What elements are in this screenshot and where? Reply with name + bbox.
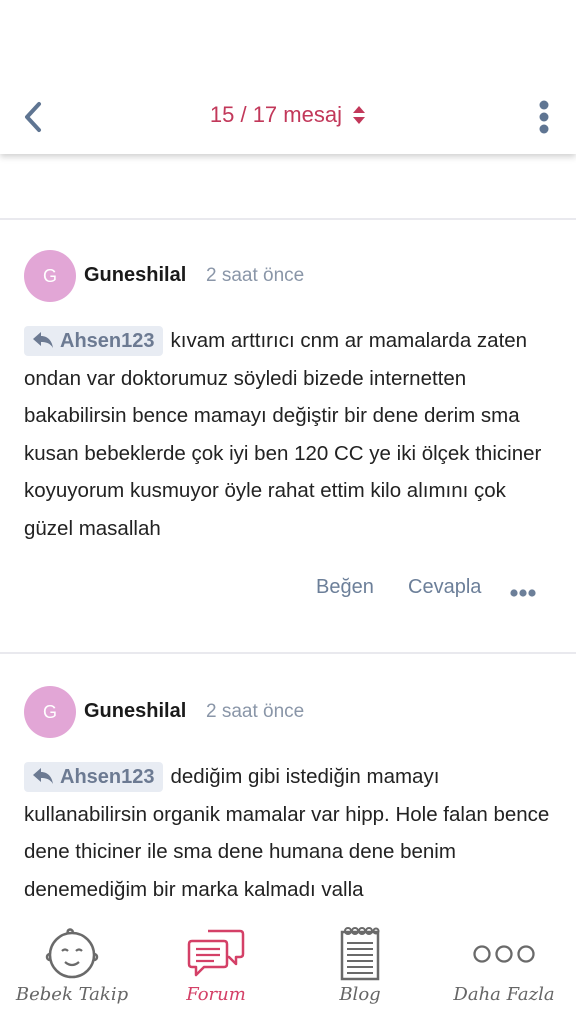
reply-button[interactable]: Cevapla — [408, 576, 481, 599]
post-time: 2 saat önce — [206, 265, 305, 286]
tab-blog[interactable]: Blog — [288, 914, 432, 1024]
post-actions: Beğen Cevapla — [0, 576, 576, 606]
overflow-menu-button[interactable] — [530, 98, 558, 136]
reply-to-user: Ahsen123 — [60, 766, 155, 788]
avatar[interactable]: G — [24, 686, 76, 738]
reply-quote-chip[interactable]: Ahsen123 — [24, 762, 163, 792]
message-counter-label: 15 / 17 mesaj — [209, 102, 342, 127]
reply-arrow-icon — [33, 767, 53, 784]
notepad-icon — [340, 927, 380, 981]
tab-label: Forum — [186, 984, 246, 1005]
tab-forum[interactable]: Forum — [144, 914, 288, 1024]
tab-daha-fazla[interactable]: Daha Fazla — [432, 914, 576, 1024]
divider — [0, 218, 576, 220]
divider — [0, 652, 576, 654]
like-button[interactable]: Beğen — [316, 576, 374, 599]
chat-bubbles-icon — [187, 929, 245, 977]
post-time: 2 saat önce — [206, 701, 305, 722]
avatar[interactable]: G — [24, 250, 76, 302]
reply-to-user: Ahsen123 — [60, 330, 155, 352]
baby-face-icon — [45, 928, 99, 979]
tab-label: Blog — [339, 984, 381, 1005]
message-counter[interactable]: 15 / 17 mesaj — [0, 102, 576, 128]
reply-arrow-icon — [33, 331, 53, 348]
author-name[interactable]: Guneshilal — [84, 700, 186, 723]
post-header: G Guneshilal 2 saat önce — [0, 250, 576, 304]
bottom-tab-bar: Bebek Takip Forum Blog Daha Fazla — [0, 914, 576, 1024]
more-circles-icon — [473, 945, 535, 963]
top-bar: 15 / 17 mesaj — [0, 0, 576, 154]
tab-label: Bebek Takip — [15, 984, 129, 1005]
sort-updown-icon — [353, 105, 366, 124]
forum-post: G Guneshilal 2 saat önce Ahsen123 kıvam a… — [0, 250, 576, 630]
message-list[interactable]: G Guneshilal 2 saat önce Ahsen123 kıvam a… — [0, 154, 576, 914]
post-header: G Guneshilal 2 saat önce — [0, 686, 576, 740]
post-body: Ahsen123 kıvam arttırıcı cnm ar mamalarda… — [24, 322, 554, 548]
tab-bebek-takip[interactable]: Bebek Takip — [0, 914, 144, 1024]
post-more-button[interactable] — [510, 585, 536, 603]
post-body: Ahsen123 dediğim gibi istediğin mamayı ku… — [24, 758, 554, 908]
forum-post: G Guneshilal 2 saat önce Ahsen123 dediğim… — [0, 686, 576, 914]
tab-label: Daha Fazla — [453, 984, 555, 1005]
vertical-dots-icon — [539, 100, 549, 134]
horizontal-dots-icon — [510, 589, 536, 597]
reply-quote-chip[interactable]: Ahsen123 — [24, 326, 163, 356]
post-text: kıvam arttırıcı cnm ar mamalarda zaten o… — [24, 329, 542, 540]
author-name[interactable]: Guneshilal — [84, 264, 186, 287]
